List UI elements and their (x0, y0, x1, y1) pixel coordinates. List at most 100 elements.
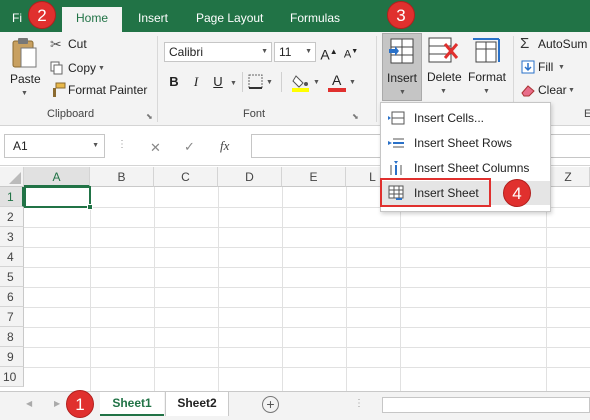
gridline (24, 367, 590, 368)
fill-color-button[interactable]: ▼ (292, 72, 322, 94)
gridline (282, 187, 283, 391)
eraser-icon (521, 85, 535, 97)
paste-label: Paste (10, 72, 41, 86)
menu-item-label: Insert Sheet Columns (414, 161, 530, 175)
copy-button[interactable]: Copy ▼ (48, 59, 108, 77)
row-header-6[interactable]: 6 (0, 287, 24, 307)
row-header-7[interactable]: 7 (0, 307, 24, 327)
paste-icon (12, 38, 37, 68)
tab-home[interactable]: Home (62, 7, 123, 32)
tab-formulas[interactable]: Formulas (276, 7, 354, 32)
divider (281, 72, 282, 92)
format-label: Format (468, 70, 507, 84)
sheet-tab-sheet1[interactable]: Sheet1 (100, 392, 164, 416)
underline-button[interactable]: U (208, 72, 228, 92)
gridline (546, 187, 547, 391)
clear-button[interactable]: Clear ▼ (518, 81, 590, 99)
column-header-z[interactable]: Z (546, 167, 590, 187)
autosum-button[interactable]: Σ AutoSum (518, 35, 590, 53)
gridline (24, 307, 590, 308)
splitter-handle[interactable]: ⋮ (354, 398, 364, 409)
confirm-entry-button[interactable]: ✓ (184, 139, 195, 163)
menu-item-label: Insert Cells... (414, 111, 485, 125)
row-header-2[interactable]: 2 (0, 207, 24, 227)
menu-item-insert-sheet-rows[interactable]: Insert Sheet Rows (381, 131, 550, 155)
gridline (218, 187, 219, 391)
sheet-tab-sheet2[interactable]: Sheet2 (165, 392, 229, 416)
gridline (90, 187, 91, 391)
chevron-down-icon: ▼ (440, 88, 447, 95)
column-header-a[interactable]: A (24, 167, 90, 187)
selected-cell-a1[interactable] (24, 186, 93, 210)
menu-item-label: Insert Sheet Rows (414, 136, 513, 150)
chevron-down-icon: ▼ (349, 79, 356, 86)
column-header-d[interactable]: D (218, 167, 282, 187)
cut-button[interactable]: ✂ Cut (48, 36, 108, 54)
borders-button[interactable]: ▼ (248, 74, 274, 92)
bold-button[interactable]: B (164, 72, 184, 92)
horizontal-scrollbar[interactable] (382, 397, 590, 413)
menu-item-insert-cells[interactable]: Insert Cells... (381, 106, 550, 130)
dialog-launcher-icon[interactable]: ⬊ (352, 112, 359, 121)
gridline (24, 227, 590, 228)
new-sheet-button[interactable]: + (262, 396, 279, 413)
chevron-down-icon[interactable]: ▼ (230, 80, 237, 87)
format-cells-button[interactable]: Format ▼ (466, 34, 508, 100)
format-painter-icon (53, 82, 66, 97)
scroll-left-icon[interactable]: ◀ (26, 399, 32, 408)
cancel-entry-button[interactable]: ✕ (150, 140, 161, 164)
row-header-1[interactable]: 1 (0, 187, 24, 207)
delete-cells-icon (428, 37, 459, 63)
format-painter-label: Format Painter (68, 83, 148, 97)
callout-badge-3: 3 (387, 1, 415, 29)
gridline (400, 187, 401, 391)
paste-button[interactable]: Paste ▼ (6, 34, 42, 104)
tab-page-layout[interactable]: Page Layout (182, 7, 277, 32)
gridline (24, 287, 590, 288)
cut-label: Cut (68, 37, 87, 51)
delete-cells-button[interactable]: Delete ▼ (424, 34, 464, 100)
scissors-icon: ✂ (50, 36, 62, 52)
chevron-down-icon: ▼ (305, 48, 312, 55)
font-name-value: Calibri (169, 45, 204, 59)
menu-item-insert-sheet-columns[interactable]: Insert Sheet Columns (381, 156, 550, 180)
increase-font-size-button[interactable]: A▲ (319, 42, 339, 63)
name-box[interactable]: A1 ▼ (4, 134, 105, 158)
gridline (24, 347, 590, 348)
row-header-8[interactable]: 8 (0, 327, 24, 347)
column-header-b[interactable]: B (90, 167, 154, 187)
insert-function-button[interactable]: fx (220, 138, 229, 162)
format-painter-button[interactable]: Format Painter (48, 81, 152, 99)
italic-button[interactable]: I (186, 72, 206, 92)
tab-insert[interactable]: Insert (124, 7, 182, 32)
chevron-down-icon: ▼ (98, 65, 105, 72)
chevron-down-icon: ▼ (558, 64, 565, 71)
dialog-launcher-icon[interactable]: ⬊ (146, 112, 153, 121)
highlight-box (380, 178, 491, 207)
font-color-button[interactable]: A ▼ (328, 72, 358, 94)
row-header-3[interactable]: 3 (0, 227, 24, 247)
row-header-10[interactable]: 10 (0, 367, 24, 387)
font-size-combo[interactable]: 11 ▼ (274, 42, 316, 62)
decrease-font-size-button[interactable]: A▼ (341, 42, 361, 62)
font-name-combo[interactable]: Calibri ▼ (164, 42, 272, 62)
row-header-4[interactable]: 4 (0, 247, 24, 267)
borders-icon (248, 74, 263, 89)
row-header-5[interactable]: 5 (0, 267, 24, 287)
gridline (24, 267, 590, 268)
fill-handle[interactable] (87, 204, 93, 210)
chevron-down-icon: ▼ (313, 79, 320, 86)
scroll-right-icon[interactable]: ▶ (54, 399, 60, 408)
column-header-c[interactable]: C (154, 167, 218, 187)
select-all-corner[interactable] (0, 167, 24, 187)
tab-file[interactable]: Fi (4, 7, 30, 32)
row-header-9[interactable]: 9 (0, 347, 24, 367)
column-header-e[interactable]: E (282, 167, 346, 187)
fill-button[interactable]: Fill ▼ (518, 58, 590, 76)
copy-label: Copy (68, 61, 97, 75)
insert-cells-icon (388, 111, 405, 125)
group-divider (376, 36, 377, 122)
splitter-handle[interactable]: ⋮ (117, 139, 127, 150)
insert-cells-button[interactable]: Insert ▼ (382, 33, 422, 101)
chevron-down-icon: ▼ (261, 48, 268, 55)
